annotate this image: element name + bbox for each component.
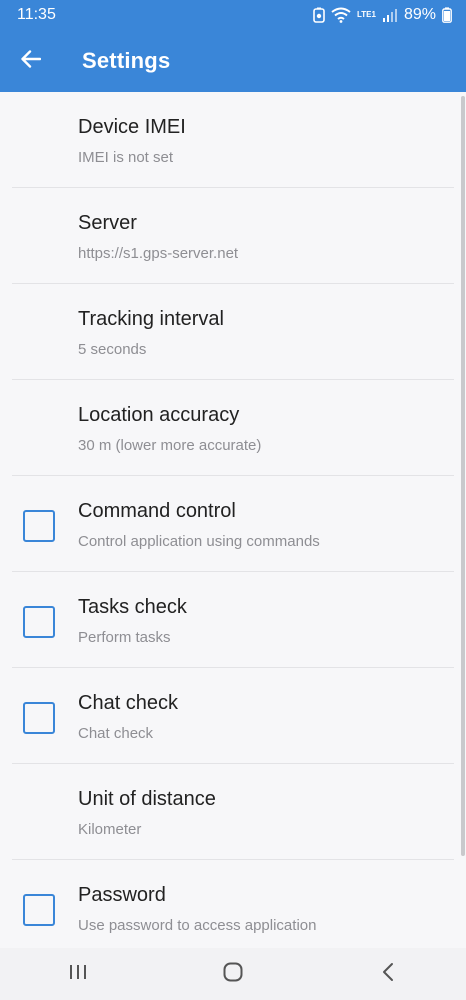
arrow-left-icon: [21, 49, 42, 73]
app-bar: Settings: [0, 30, 466, 92]
pref-title: Command control: [78, 500, 236, 522]
home-button[interactable]: [203, 954, 263, 994]
status-time: 11:35: [17, 6, 56, 23]
system-nav-bar: [0, 948, 466, 1000]
pref-title: Device IMEI: [78, 116, 186, 138]
pref-device-imei[interactable]: Device IMEI IMEI is not set: [0, 92, 466, 188]
battery-saver-icon: [313, 7, 325, 23]
scrollbar[interactable]: [461, 96, 465, 856]
pref-password[interactable]: Password Use password to access applicat…: [0, 860, 466, 948]
chat-check-checkbox[interactable]: [23, 702, 55, 734]
pref-summary: Chat check: [78, 725, 154, 742]
pref-title: Tracking interval: [78, 308, 224, 330]
wifi-icon: [331, 7, 351, 23]
pref-command-control[interactable]: Command control Control application usin…: [0, 476, 466, 572]
pref-chat-check[interactable]: Chat check Chat check: [0, 668, 466, 764]
home-icon: [222, 961, 244, 988]
pref-summary: Use password to access application: [78, 917, 317, 934]
pref-title: Unit of distance: [78, 788, 216, 810]
password-checkbox[interactable]: [23, 894, 55, 926]
pref-server[interactable]: Server https://s1.gps-server.net: [0, 188, 466, 284]
pref-summary: Kilometer: [78, 821, 142, 838]
pref-title: Server: [78, 212, 137, 234]
status-icons: LTE1 89%: [313, 6, 452, 24]
pref-title: Location accuracy: [78, 404, 240, 426]
pref-summary: 30 m (lower more accurate): [78, 437, 262, 454]
recent-apps-icon: [68, 963, 88, 986]
network-label: LTE1: [357, 10, 376, 19]
pref-summary: Perform tasks: [78, 629, 171, 646]
pref-summary: https://s1.gps-server.net: [78, 245, 239, 262]
battery-icon: [442, 7, 452, 23]
lte-icon: LTE1: [357, 11, 376, 19]
battery-percent: 89%: [403, 6, 436, 23]
pref-tracking-interval[interactable]: Tracking interval 5 seconds: [0, 284, 466, 380]
pref-title: Tasks check: [78, 596, 187, 618]
back-button[interactable]: [0, 30, 62, 92]
pref-title: Password: [78, 884, 166, 906]
status-bar: 11:35 LTE1 89%: [0, 0, 466, 30]
tasks-check-checkbox[interactable]: [23, 606, 55, 638]
pref-location-accuracy[interactable]: Location accuracy 30 m (lower more accur…: [0, 380, 466, 476]
signal-icon: [382, 8, 398, 22]
settings-list[interactable]: Device IMEI IMEI is not set Server https…: [0, 92, 466, 948]
recent-apps-button[interactable]: [48, 954, 108, 994]
command-control-checkbox[interactable]: [23, 510, 55, 542]
back-nav-button[interactable]: [358, 954, 418, 994]
pref-summary: Control application using commands: [78, 533, 320, 550]
pref-summary: IMEI is not set: [78, 149, 174, 166]
page-title: Settings: [82, 48, 171, 73]
chevron-left-icon: [381, 962, 395, 987]
pref-title: Chat check: [78, 692, 179, 714]
pref-summary: 5 seconds: [78, 341, 147, 358]
pref-unit-of-distance[interactable]: Unit of distance Kilometer: [0, 764, 466, 860]
pref-tasks-check[interactable]: Tasks check Perform tasks: [0, 572, 466, 668]
